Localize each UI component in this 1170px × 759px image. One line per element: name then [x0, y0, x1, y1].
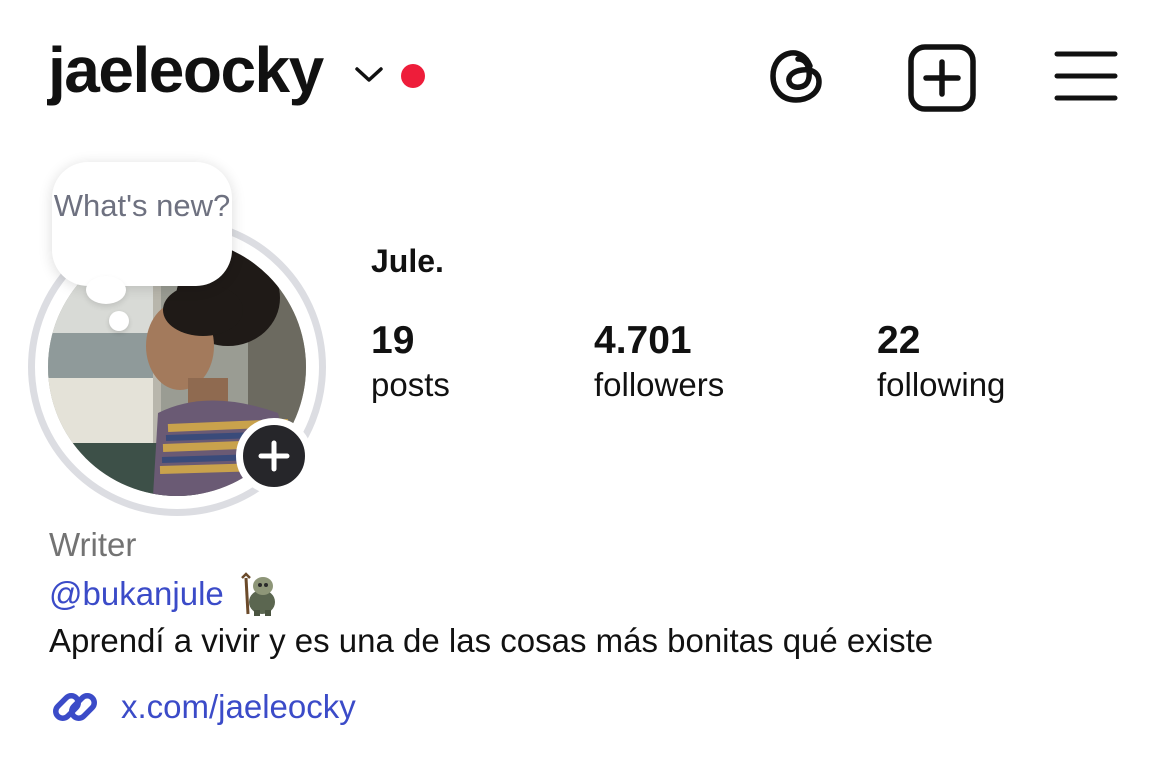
note-bubble[interactable]: What's new?	[52, 162, 232, 286]
followers-label: followers	[594, 366, 725, 403]
posts-stat[interactable]: 19 posts	[371, 318, 450, 406]
note-bubble-tail-dot	[109, 311, 129, 331]
following-stat[interactable]: 22 following	[877, 318, 1005, 406]
plus-icon	[258, 440, 290, 472]
troll-emoji-icon	[240, 572, 275, 616]
create-post-icon[interactable]	[906, 42, 978, 114]
menu-icon[interactable]	[1054, 48, 1118, 104]
bio-text: Aprendí a vivir y es una de las cosas má…	[49, 622, 934, 659]
threads-handle-row: @bukanjule	[49, 572, 280, 616]
followers-count: 4.701	[594, 319, 692, 362]
profile-link[interactable]: x.com/jaeleocky	[48, 680, 356, 734]
threads-handle-link[interactable]: @bukanjule	[49, 575, 224, 613]
note-text: What's new?	[53, 188, 231, 223]
following-label: following	[877, 366, 1006, 403]
threads-icon[interactable]	[766, 44, 830, 108]
add-story-button[interactable]	[236, 418, 312, 494]
profile-category: Writer	[49, 526, 137, 563]
followers-stat[interactable]: 4.701 followers	[594, 318, 724, 406]
notification-dot-icon	[401, 64, 425, 88]
full-name: Jule.	[371, 243, 444, 279]
profile-header: jaeleocky	[0, 0, 1170, 150]
profile-link-text: x.com/jaeleocky	[121, 688, 356, 725]
chevron-down-icon[interactable]	[352, 62, 386, 86]
note-bubble-tail	[86, 276, 126, 304]
link-icon	[53, 693, 97, 721]
following-count: 22	[877, 319, 921, 362]
username[interactable]: jaeleocky	[48, 38, 324, 102]
posts-count: 19	[371, 319, 415, 362]
posts-label: posts	[371, 366, 450, 403]
